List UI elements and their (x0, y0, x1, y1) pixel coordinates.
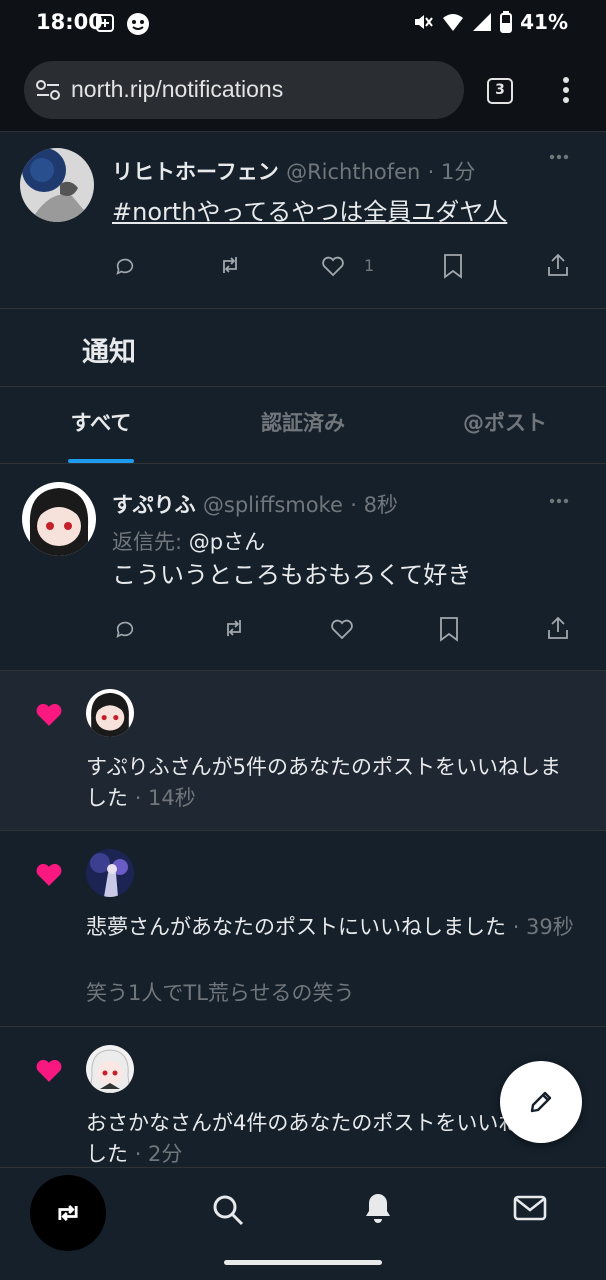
notification-time: · 14秒 (134, 786, 196, 810)
mute-icon (415, 15, 433, 29)
heart-icon[interactable] (330, 618, 354, 640)
handle[interactable]: @spliffsmoke (203, 493, 343, 517)
wifi-icon (443, 14, 464, 31)
divider (0, 308, 606, 309)
search-icon (213, 1195, 244, 1226)
display-name[interactable]: すぷりふ (112, 493, 196, 517)
pencil-icon (530, 1091, 552, 1113)
divider (0, 386, 606, 387)
bookmark-icon[interactable] (443, 253, 463, 279)
nav-notifications[interactable] (364, 1192, 392, 1224)
post-text[interactable]: #northやってるやつは全員ユダヤ人 (112, 192, 507, 227)
tab-all[interactable]: すべて (62, 407, 140, 437)
signal-icon (473, 13, 492, 31)
more-horizontal-icon[interactable] (549, 154, 569, 160)
share-icon[interactable] (547, 253, 569, 277)
post-time: · 1分 (427, 160, 476, 184)
reply-to-line: 返信先: @pさん (112, 526, 265, 556)
site-settings-icon[interactable] (36, 79, 60, 101)
bottom-navigation (0, 1167, 606, 1280)
page-title: 通知 (82, 337, 136, 368)
reply-prefix: 返信先: (112, 530, 183, 554)
compose-button[interactable] (500, 1061, 582, 1143)
post-text[interactable]: こういうところもおもろくて好き (112, 555, 471, 590)
nav-home[interactable] (30, 1175, 106, 1251)
notification-time: · 2分 (134, 1142, 183, 1166)
repost-icon[interactable] (222, 616, 246, 640)
repost-home-icon (58, 1205, 78, 1221)
notification-message: 悲夢さんがあなたのポストにいいねしました (86, 915, 506, 939)
reply-icon[interactable] (114, 618, 136, 640)
heart-icon[interactable] (321, 255, 345, 277)
reply-icon[interactable] (114, 255, 136, 277)
nav-messages[interactable] (513, 1195, 547, 1221)
bell-icon (366, 1194, 390, 1223)
notification-post-excerpt: 笑う1人でTL荒らせるの笑う (86, 981, 355, 1005)
divider (0, 463, 606, 464)
heart-icon (34, 861, 64, 887)
mail-icon (513, 1195, 547, 1221)
status-time: 18:00 (36, 10, 103, 34)
notification-time: · 39秒 (512, 915, 574, 939)
battery-level: 41% (520, 10, 568, 34)
reply-target-link[interactable]: @pさん (189, 530, 265, 554)
avatar[interactable] (86, 849, 134, 897)
app-notification-icon (126, 12, 150, 36)
bookmark-icon[interactable] (439, 616, 459, 642)
post-author[interactable]: すぷりふ @spliffsmoke · 8秒 (112, 489, 398, 519)
notification-text: すぷりふさんが5件のあなたのポストをいいねしました · 14秒 (86, 752, 576, 814)
browser-menu-icon[interactable] (562, 76, 570, 104)
heart-icon (34, 701, 64, 727)
battery-icon (500, 11, 513, 33)
nav-search[interactable] (212, 1194, 244, 1226)
tab-mentions[interactable]: @ポスト (452, 407, 558, 437)
browser-toolbar: north.rip/notifications 3 (0, 48, 606, 132)
avatar[interactable] (20, 148, 94, 222)
avatar[interactable] (86, 689, 134, 737)
url-text[interactable]: north.rip/notifications (71, 76, 283, 103)
status-right: 41% (412, 10, 568, 34)
display-name[interactable]: リヒトホーフェン (112, 160, 279, 184)
post-author[interactable]: リヒトホーフェン @Richthofen · 1分 (112, 156, 475, 186)
handle[interactable]: @Richthofen (286, 160, 420, 184)
repost-icon[interactable] (218, 253, 242, 277)
share-icon[interactable] (547, 616, 569, 640)
tab-verified[interactable]: 認証済み (246, 407, 360, 437)
screenshot-notification-icon (96, 14, 114, 32)
tab-switcher-button[interactable]: 3 (487, 78, 513, 104)
more-horizontal-icon[interactable] (549, 498, 569, 504)
notification-item[interactable]: 悲夢さんがあなたのポストにいいねしました · 39秒 笑う1人でTL荒らせるの笑… (0, 831, 606, 1026)
like-count: 1 (364, 256, 375, 275)
status-bar: 18:00 41% (0, 0, 606, 48)
avatar[interactable] (22, 482, 96, 556)
notification-text: 悲夢さんがあなたのポストにいいねしました · 39秒 (86, 912, 576, 943)
notification-item[interactable]: すぷりふさんが5件のあなたのポストをいいねしました · 14秒 (0, 671, 606, 830)
post-time: · 8秒 (350, 493, 398, 517)
gesture-handle[interactable] (224, 1260, 382, 1265)
avatar[interactable] (86, 1045, 134, 1093)
address-bar[interactable]: north.rip/notifications (24, 61, 464, 119)
heart-icon (34, 1057, 64, 1083)
